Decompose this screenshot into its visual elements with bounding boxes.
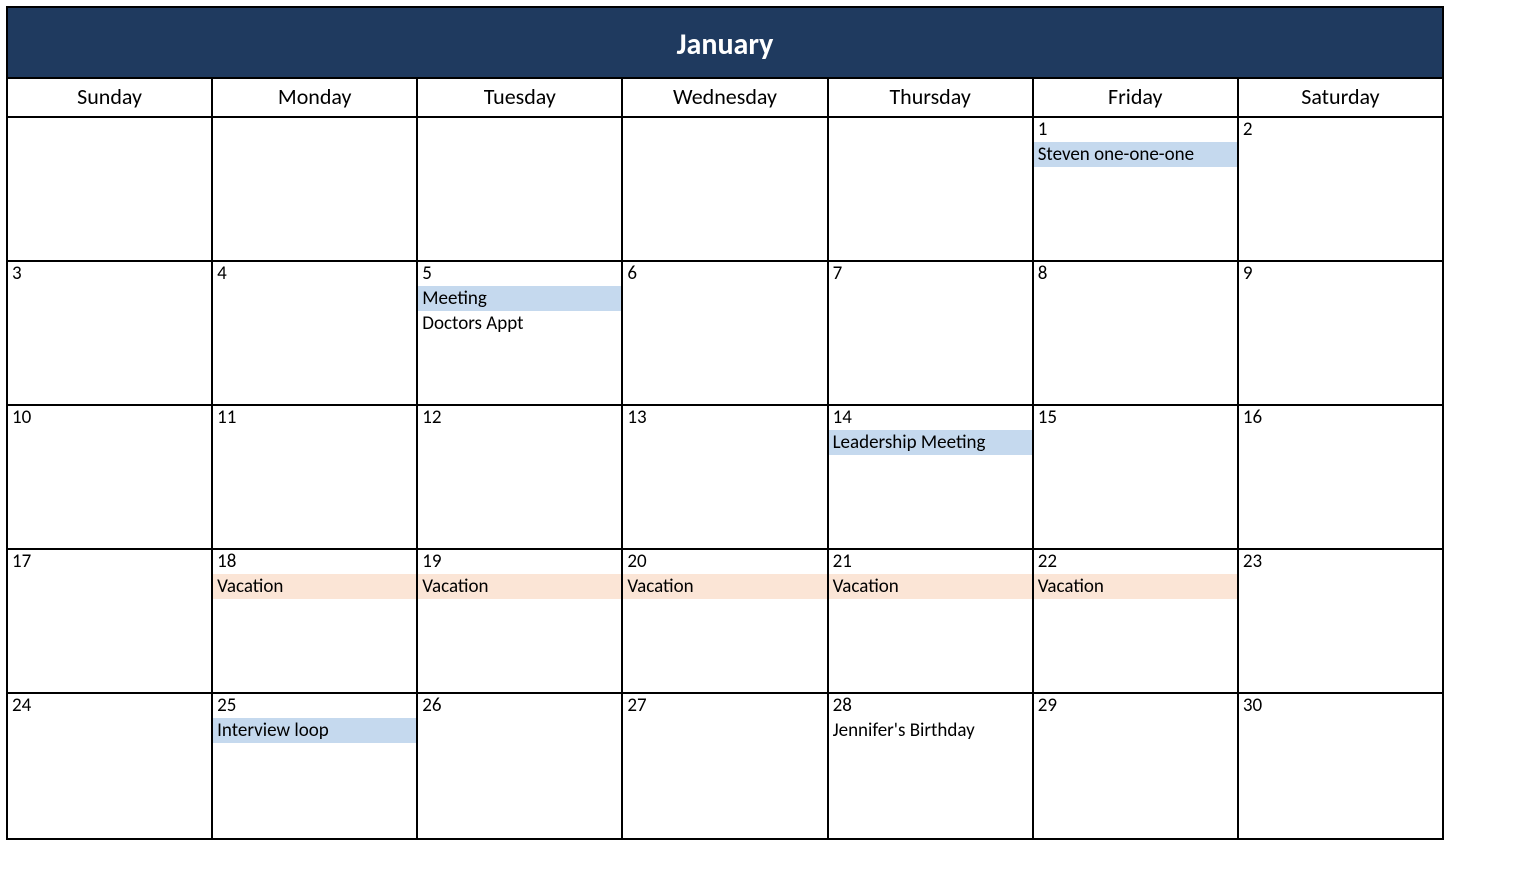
day-cell[interactable]: 29 [1034, 694, 1239, 838]
day-cell[interactable] [213, 118, 418, 260]
day-cell[interactable]: 22Vacation [1034, 550, 1239, 692]
day-number: 23 [1239, 550, 1442, 574]
day-number: 9 [1239, 262, 1442, 286]
day-cell[interactable]: 8 [1034, 262, 1239, 404]
calendar: January Sunday Monday Tuesday Wednesday … [6, 6, 1444, 840]
days-of-week-header: Sunday Monday Tuesday Wednesday Thursday… [8, 79, 1442, 118]
day-cell[interactable]: 23 [1239, 550, 1442, 692]
day-cell[interactable]: 24 [8, 694, 213, 838]
calendar-event[interactable]: Vacation [213, 574, 416, 600]
dow-tuesday: Tuesday [418, 79, 623, 116]
calendar-event[interactable]: Steven one-one-one [1034, 142, 1237, 168]
dow-wednesday: Wednesday [623, 79, 828, 116]
calendar-event[interactable]: Leadership Meeting [829, 430, 1032, 456]
day-cell[interactable]: 19Vacation [418, 550, 623, 692]
day-cell[interactable] [418, 118, 623, 260]
day-cell[interactable]: 5MeetingDoctors Appt [418, 262, 623, 404]
week-row: 345MeetingDoctors Appt6789 [8, 262, 1442, 406]
day-cell[interactable] [829, 118, 1034, 260]
day-cell[interactable]: 30 [1239, 694, 1442, 838]
calendar-event[interactable]: Interview loop [213, 718, 416, 744]
day-number: 19 [418, 550, 621, 574]
day-cell[interactable]: 4 [213, 262, 418, 404]
day-cell[interactable]: 25Interview loop [213, 694, 418, 838]
day-number: 8 [1034, 262, 1237, 286]
dow-saturday: Saturday [1239, 79, 1442, 116]
day-number: 21 [829, 550, 1032, 574]
day-number: 20 [623, 550, 826, 574]
dow-monday: Monday [213, 79, 418, 116]
day-cell[interactable]: 2 [1239, 118, 1442, 260]
day-cell[interactable]: 1Steven one-one-one [1034, 118, 1239, 260]
day-number: 28 [829, 694, 1032, 718]
day-number: 2 [1239, 118, 1442, 142]
day-cell[interactable]: 9 [1239, 262, 1442, 404]
day-cell[interactable]: 10 [8, 406, 213, 548]
day-cell[interactable]: 26 [418, 694, 623, 838]
month-title: January [8, 8, 1442, 79]
calendar-event[interactable]: Vacation [418, 574, 621, 600]
day-cell[interactable]: 16 [1239, 406, 1442, 548]
dow-friday: Friday [1034, 79, 1239, 116]
calendar-event[interactable]: Doctors Appt [418, 311, 621, 337]
day-number: 25 [213, 694, 416, 718]
day-cell[interactable]: 20Vacation [623, 550, 828, 692]
day-number: 15 [1034, 406, 1237, 430]
day-number [418, 118, 621, 119]
calendar-event[interactable]: Jennifer's Birthday [829, 718, 1032, 744]
day-cell[interactable]: 15 [1034, 406, 1239, 548]
week-row: 2425Interview loop262728Jennifer's Birth… [8, 694, 1442, 838]
day-number: 12 [418, 406, 621, 430]
day-number [829, 118, 1032, 119]
day-cell[interactable]: 17 [8, 550, 213, 692]
week-row: 1718Vacation19Vacation20Vacation21Vacati… [8, 550, 1442, 694]
day-number: 3 [8, 262, 211, 286]
day-cell[interactable]: 11 [213, 406, 418, 548]
day-cell[interactable]: 18Vacation [213, 550, 418, 692]
day-cell[interactable]: 14Leadership Meeting [829, 406, 1034, 548]
dow-sunday: Sunday [8, 79, 213, 116]
day-cell[interactable]: 12 [418, 406, 623, 548]
day-number: 11 [213, 406, 416, 430]
day-number: 26 [418, 694, 621, 718]
day-cell[interactable]: 27 [623, 694, 828, 838]
day-cell[interactable]: 28Jennifer's Birthday [829, 694, 1034, 838]
day-number: 5 [418, 262, 621, 286]
calendar-event[interactable]: Vacation [1034, 574, 1237, 600]
day-number: 24 [8, 694, 211, 718]
day-number: 7 [829, 262, 1032, 286]
day-number: 22 [1034, 550, 1237, 574]
day-cell[interactable]: 13 [623, 406, 828, 548]
day-number: 29 [1034, 694, 1237, 718]
day-number [8, 118, 211, 119]
day-number: 6 [623, 262, 826, 286]
day-cell[interactable]: 3 [8, 262, 213, 404]
day-number: 18 [213, 550, 416, 574]
calendar-event[interactable]: Vacation [829, 574, 1032, 600]
day-number: 13 [623, 406, 826, 430]
calendar-event[interactable]: Vacation [623, 574, 826, 600]
day-number [213, 118, 416, 119]
day-cell[interactable]: 6 [623, 262, 828, 404]
day-number: 10 [8, 406, 211, 430]
calendar-event[interactable]: Meeting [418, 286, 621, 312]
week-row: 1011121314Leadership Meeting1516 [8, 406, 1442, 550]
day-cell[interactable] [623, 118, 828, 260]
dow-thursday: Thursday [829, 79, 1034, 116]
day-cell[interactable]: 21Vacation [829, 550, 1034, 692]
day-cell[interactable] [8, 118, 213, 260]
day-number: 1 [1034, 118, 1237, 142]
weeks-container: 1Steven one-one-one2345MeetingDoctors Ap… [8, 118, 1442, 838]
day-number [623, 118, 826, 119]
day-number: 27 [623, 694, 826, 718]
day-number: 17 [8, 550, 211, 574]
day-cell[interactable]: 7 [829, 262, 1034, 404]
week-row: 1Steven one-one-one2 [8, 118, 1442, 262]
day-number: 4 [213, 262, 416, 286]
day-number: 16 [1239, 406, 1442, 430]
day-number: 30 [1239, 694, 1442, 718]
day-number: 14 [829, 406, 1032, 430]
